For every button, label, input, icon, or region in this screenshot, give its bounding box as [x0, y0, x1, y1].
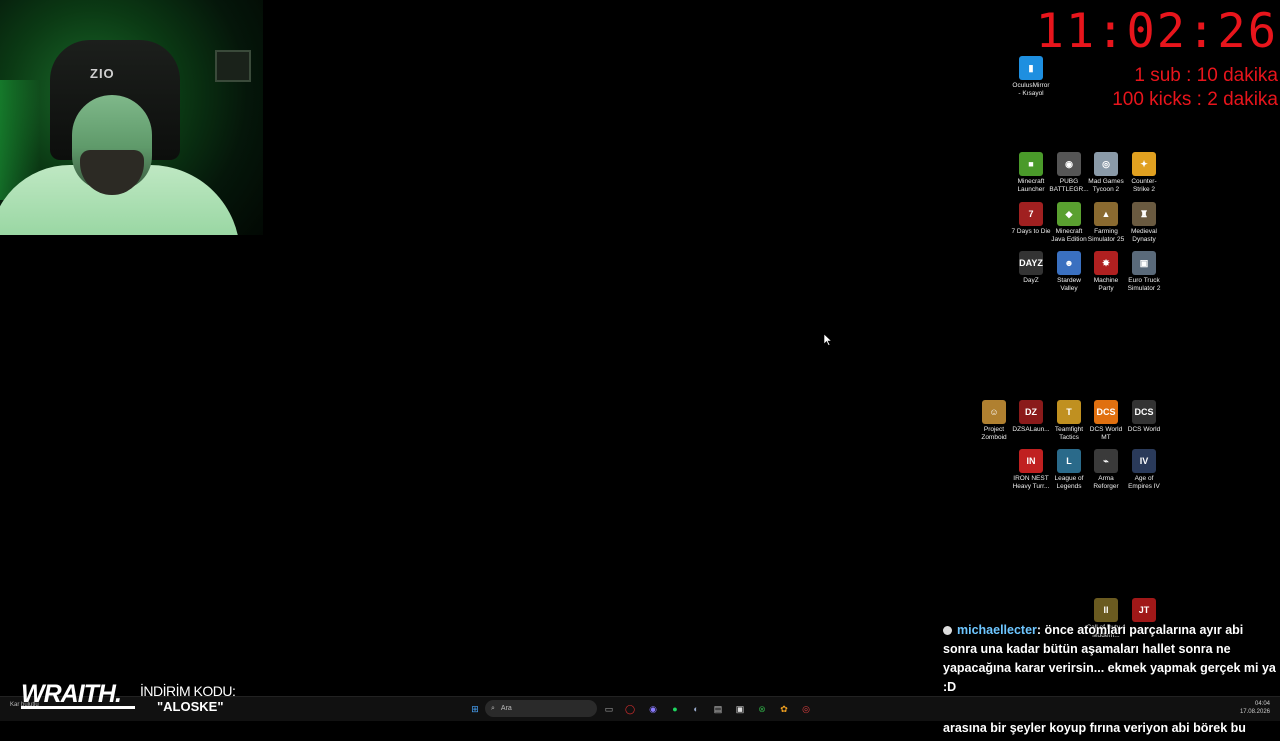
app-icon: ♜ [1132, 202, 1156, 226]
desktop-icon-label: Minecraft Java Edition [1051, 228, 1087, 243]
desktop-icon[interactable]: IV Age of Empires IV [1124, 449, 1164, 490]
steam-icon[interactable]: ◐ [688, 701, 704, 717]
desktop-icon[interactable]: ▮ OculusMirror - Kısayol [1011, 56, 1051, 97]
app-icon: ☻ [1057, 251, 1081, 275]
app-icon: JT [1132, 598, 1156, 622]
app-icon: T [1057, 400, 1081, 424]
kicks-rate-text: 100 kicks : 2 dakika [1112, 89, 1278, 110]
xbox-icon[interactable]: ⊗ [754, 701, 770, 717]
desktop-icon[interactable]: ◎ Mad Games Tycoon 2 [1086, 152, 1126, 193]
desktop-icon-label: Minecraft Launcher [1017, 178, 1045, 193]
chat-badge-icon [943, 626, 952, 636]
desktop-icon-label: Medieval Dynasty [1130, 228, 1157, 243]
desktop-icon[interactable]: ⌁ Arma Reforger [1086, 449, 1126, 490]
opera-icon[interactable]: ◯ [622, 701, 638, 717]
desktop-icon[interactable]: DCS DCS World [1124, 400, 1164, 434]
desktop-icon[interactable]: 7 7 Days to Die [1011, 202, 1051, 236]
sponsor-underline [21, 706, 135, 709]
wall-frame [215, 50, 251, 82]
app-icon: II [1094, 598, 1118, 622]
desktop-icon[interactable]: ◆ Minecraft Java Edition [1049, 202, 1089, 243]
sub-rate-text: 1 sub : 10 dakika [1134, 65, 1278, 86]
chrome-icon[interactable]: ◎ [798, 701, 814, 717]
desktop-icon-label: DayZ [1023, 277, 1039, 284]
desktop-icon-label: DCS World MT [1089, 426, 1123, 441]
desktop-icon-label: Arma Reforger [1093, 475, 1119, 490]
desktop-icon[interactable]: DZ DZSALaun... [1011, 400, 1051, 434]
system-time: 04:04 [1254, 701, 1270, 707]
desktop-icon-label: OculusMirror - Kısayol [1012, 82, 1050, 97]
app-icon: ▮ [1019, 56, 1043, 80]
task-view-icon[interactable]: ▭ [601, 701, 617, 717]
desktop-icon-label: Machine Party [1093, 277, 1119, 292]
desktop-icon[interactable]: ◉ PUBG BATTLEGR... [1049, 152, 1089, 193]
desktop-icon-label: Stardew Valley [1057, 277, 1081, 292]
desktop-icon-label: Euro Truck Simulator 2 [1127, 277, 1161, 292]
desktop-icon-label: IRON NEST Heavy Turr... [1012, 475, 1050, 490]
desktop-icon-label: DCS World [1127, 426, 1161, 433]
webcam-feed: ZIO [0, 0, 263, 235]
desktop-icon[interactable]: ▲ Farming Simulator 25 [1086, 202, 1126, 243]
app-icon: IN [1019, 449, 1043, 473]
desktop-icon-label: Teamfight Tactics [1054, 426, 1084, 441]
app-icon: DCS [1132, 400, 1156, 424]
countdown-clock: 11:02:26 [1035, 4, 1278, 59]
search-input[interactable]: ⌕ Ara [485, 700, 597, 717]
desktop-icon[interactable]: T Teamfight Tactics [1049, 400, 1089, 441]
system-clock[interactable]: 04:04 17.08.2026 [1240, 700, 1270, 716]
start-button-icon[interactable]: ⊞ [467, 701, 483, 717]
desktop-icon-label: League of Legends [1054, 475, 1084, 490]
app-icon: ◉ [1057, 152, 1081, 176]
desktop-icon[interactable]: ☺ Project Zomboid [974, 400, 1014, 441]
desktop-icon[interactable]: ☻ Stardew Valley [1049, 251, 1089, 292]
desktop-icon[interactable]: ▣ Euro Truck Simulator 2 [1124, 251, 1164, 292]
app-icon[interactable]: ▣ [732, 701, 748, 717]
app-icon: DAYZ [1019, 251, 1043, 275]
app-icon: IV [1132, 449, 1156, 473]
desktop-icon-label: 7 Days to Die [1011, 228, 1051, 235]
app-icon: ▣ [1132, 251, 1156, 275]
desktop-icon[interactable]: DCS DCS World MT [1086, 400, 1126, 441]
discord-icon[interactable]: ◉ [645, 701, 661, 717]
photos-icon[interactable]: ✿ [776, 701, 792, 717]
app-icon: DZ [1019, 400, 1043, 424]
desktop-icon-label: DZSALaun... [1012, 426, 1050, 433]
epic-games-icon[interactable]: ▤ [710, 701, 726, 717]
chat-username: michaellecter [957, 623, 1037, 637]
app-icon: ◆ [1057, 202, 1081, 226]
desktop-icon[interactable]: L League of Legends [1049, 449, 1089, 490]
app-icon: ☺ [982, 400, 1006, 424]
spotify-icon[interactable]: ● [667, 701, 683, 717]
desktop-icon[interactable]: DAYZ DayZ [1011, 251, 1051, 285]
app-icon: L [1057, 449, 1081, 473]
desktop-icon[interactable]: IN IRON NEST Heavy Turr... [1011, 449, 1051, 490]
desktop-icon[interactable]: ✦ Counter-Strike 2 [1124, 152, 1164, 193]
sponsor-logo: WRAITH. [21, 680, 122, 708]
desktop-icon-label: Farming Simulator 25 [1087, 228, 1125, 243]
app-icon: ✸ [1094, 251, 1118, 275]
desktop-icon-label: Age of Empires IV [1128, 475, 1160, 490]
promo-code: "ALOSKE" [157, 699, 224, 714]
desktop-icon[interactable]: ✸ Machine Party [1086, 251, 1126, 292]
search-placeholder: Ara [500, 705, 512, 712]
app-icon: ◎ [1094, 152, 1118, 176]
chat-overlay: michaellecter: önce atomları parçalarına… [943, 621, 1278, 741]
desktop-icon-label: Counter-Strike 2 [1131, 178, 1157, 193]
app-icon: ▲ [1094, 202, 1118, 226]
desktop-icon-label: Mad Games Tycoon 2 [1088, 178, 1124, 193]
system-date: 17.08.2026 [1239, 709, 1270, 715]
app-icon: 7 [1019, 202, 1043, 226]
desktop-icon[interactable]: ♜ Medieval Dynasty [1124, 202, 1164, 243]
chair-logo: ZIO [90, 66, 115, 81]
app-icon: ✦ [1132, 152, 1156, 176]
search-icon: ⌕ [491, 704, 495, 712]
app-icon: ⌁ [1094, 449, 1118, 473]
app-icon: ■ [1019, 152, 1043, 176]
app-icon: DCS [1094, 400, 1118, 424]
chat-message: michaellecter: önce atomları parçalarına… [943, 621, 1278, 697]
desktop-icon-label: Project Zomboid [981, 426, 1007, 441]
promo-label: İNDİRİM KODU: [140, 683, 236, 699]
desktop-icon-label: PUBG BATTLEGR... [1049, 178, 1089, 193]
desktop-icon[interactable]: ■ Minecraft Launcher [1011, 152, 1051, 193]
